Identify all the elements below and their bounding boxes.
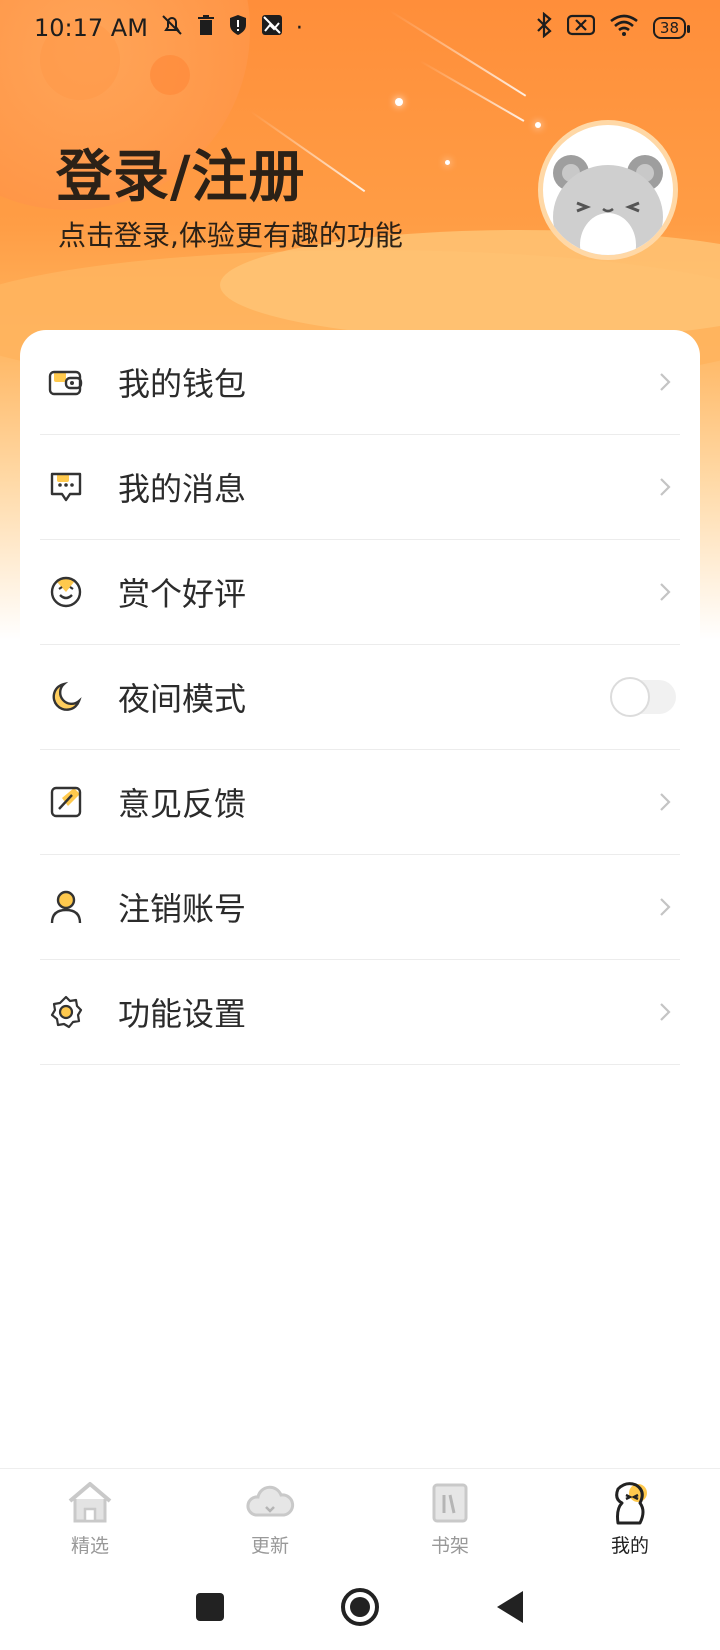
menu-item-label: 我的钱包 [118, 365, 247, 403]
avatar[interactable] [538, 120, 678, 260]
chevron-right-icon [660, 583, 671, 601]
tab-label: 更新 [250, 1535, 289, 1557]
photo-off-icon [260, 13, 284, 43]
wifi-icon [609, 13, 639, 43]
night-mode-toggle[interactable] [610, 677, 676, 717]
dot-icon: · [295, 15, 303, 41]
star-decoration [395, 98, 403, 106]
back-button[interactable] [495, 1590, 525, 1624]
tab-label: 书架 [430, 1535, 469, 1557]
battery-indicator: 38 [652, 17, 691, 39]
star-decoration [535, 122, 541, 128]
menu-card: 我的钱包 我的消息 赏个好评 夜间模式 意见反馈 注销账号 功能设置 [20, 330, 700, 1480]
wallet-icon [46, 362, 86, 402]
feedback-icon [46, 782, 86, 822]
menu-item-wallet[interactable]: 我的钱包 [40, 330, 680, 435]
chevron-right-icon [660, 478, 671, 496]
chevron-right-icon [660, 793, 671, 811]
system-navigation-bar [0, 1564, 720, 1650]
chevron-right-icon [660, 1003, 671, 1021]
login-register-title[interactable]: 登录/注册 [56, 132, 305, 213]
bluetooth-icon [535, 11, 553, 44]
meteor-streak [419, 60, 525, 122]
tab-label: 我的 [610, 1535, 649, 1557]
smile-icon [46, 572, 86, 612]
menu-item-label: 赏个好评 [118, 575, 247, 613]
home-icon [68, 1482, 112, 1523]
menu-item-rate[interactable]: 赏个好评 [40, 540, 680, 645]
bookshelf-icon [432, 1483, 468, 1523]
menu-item-feedback[interactable]: 意见反馈 [40, 750, 680, 855]
status-bar: 10:17 AM · 38 [0, 0, 720, 56]
recent-apps-button[interactable] [195, 1592, 225, 1622]
bottom-tab-bar: 精选 更新 书架 我的 [0, 1468, 720, 1564]
menu-item-cancel-account[interactable]: 注销账号 [40, 855, 680, 960]
trash-icon [196, 14, 216, 42]
menu-item-label: 意见反馈 [118, 785, 247, 823]
tab-featured[interactable]: 精选 [0, 1469, 180, 1564]
moon-icon [46, 677, 86, 717]
shield-icon [228, 14, 248, 42]
menu-item-messages[interactable]: 我的消息 [40, 435, 680, 540]
home-button[interactable] [340, 1587, 380, 1627]
menu-item-label: 功能设置 [118, 995, 247, 1033]
mine-icon [615, 1482, 647, 1525]
bear-avatar-icon [553, 155, 663, 255]
star-decoration [445, 160, 450, 165]
chevron-right-icon [660, 373, 671, 391]
user-icon [46, 887, 86, 927]
tab-bookshelf[interactable]: 书架 [360, 1469, 540, 1564]
tab-mine[interactable]: 我的 [540, 1469, 720, 1564]
chevron-right-icon [660, 898, 671, 916]
tab-updates[interactable]: 更新 [180, 1469, 360, 1564]
login-subtitle[interactable]: 点击登录,体验更有趣的功能 [58, 214, 403, 254]
sim-off-icon [566, 14, 596, 42]
menu-item-label: 夜间模式 [118, 680, 247, 718]
status-time: 10:17 AM [34, 14, 148, 42]
menu-item-night-mode: 夜间模式 [40, 645, 680, 750]
gear-icon [46, 992, 86, 1032]
menu-item-label: 注销账号 [118, 890, 247, 928]
message-icon [46, 467, 86, 507]
toggle-knob [610, 677, 650, 717]
menu-item-settings[interactable]: 功能设置 [40, 960, 680, 1065]
mute-icon [160, 13, 184, 43]
menu-item-label: 我的消息 [118, 470, 247, 508]
cloud-icon [246, 1485, 295, 1517]
tab-label: 精选 [70, 1535, 109, 1557]
